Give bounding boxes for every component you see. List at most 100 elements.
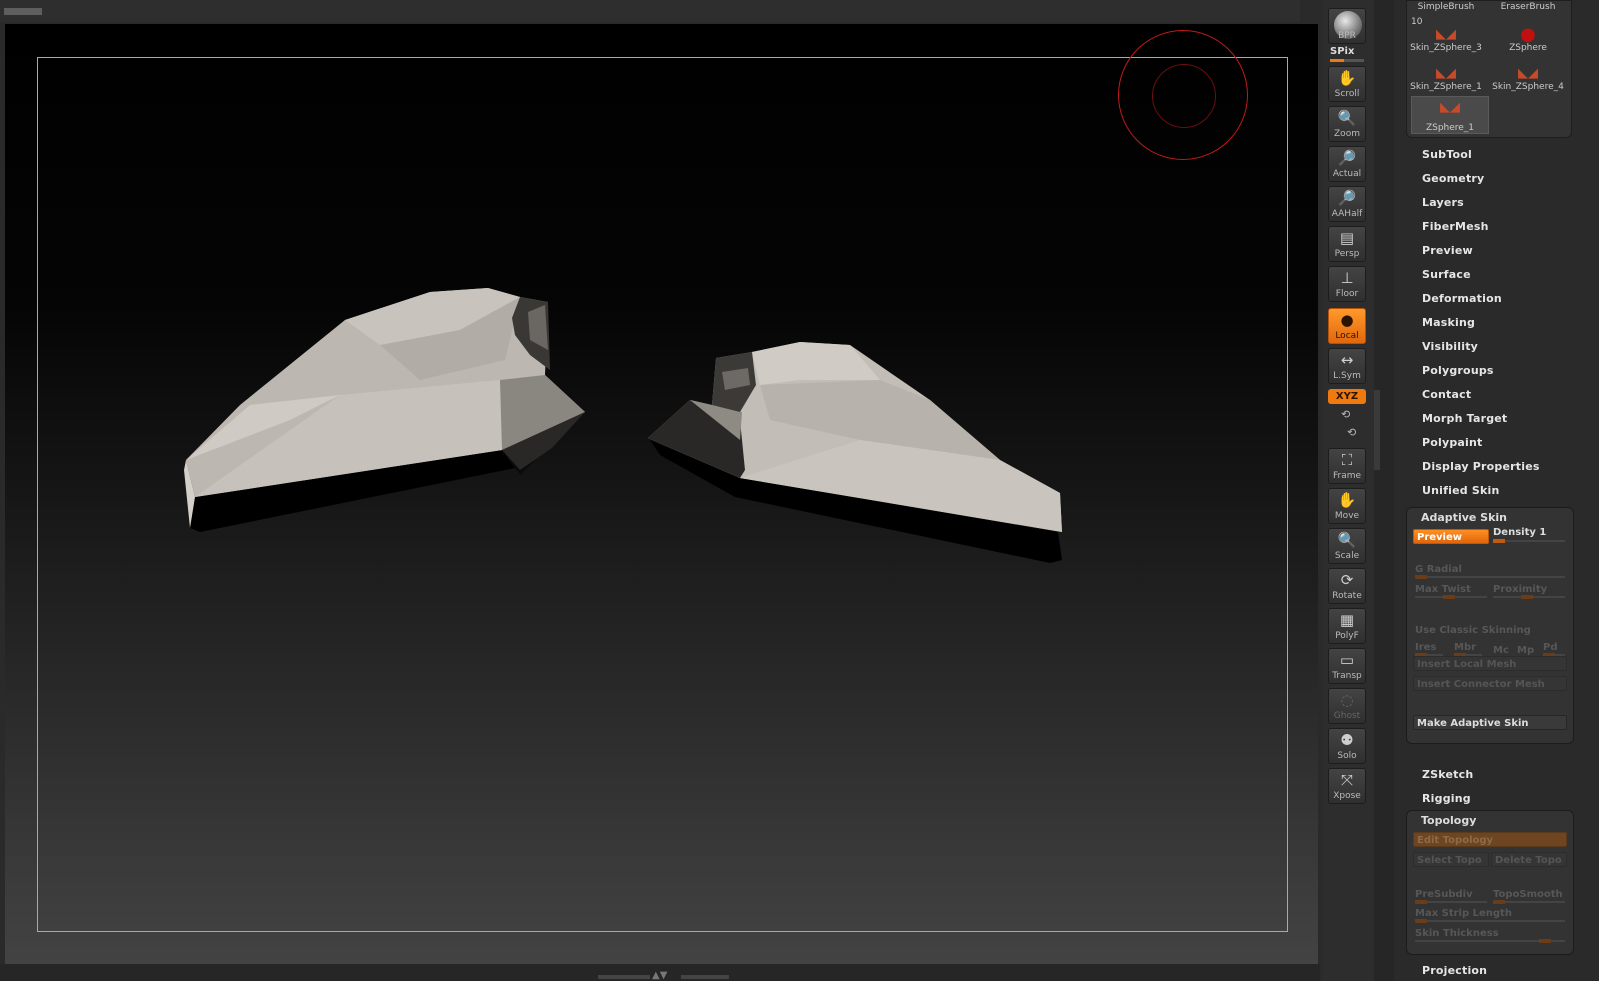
toposmooth-slider[interactable] [1493,900,1565,904]
rotate-button[interactable]: ⟳ Rotate [1328,568,1366,604]
bottom-tray-handle-left[interactable] [598,975,650,979]
bottom-tray-handle-right[interactable] [681,975,729,979]
menu-surface[interactable]: Surface [1422,268,1471,281]
density-slider[interactable] [1493,539,1565,543]
skin-thickness-knob[interactable] [1539,939,1551,943]
select-topo-button[interactable]: Select Topo [1413,852,1489,867]
insert-local-mesh-button[interactable]: Insert Local Mesh [1413,656,1567,671]
presubdiv-knob[interactable] [1415,900,1427,904]
max-twist-knob[interactable] [1443,595,1455,599]
aahalf-button[interactable]: 🔎 AAHalf [1328,186,1366,222]
g-radial-slider[interactable] [1415,575,1565,579]
floor-button[interactable]: ⊥ Floor [1328,266,1366,302]
rotate-z-icon[interactable]: ⟲ [1347,426,1356,439]
brush-name: Skin_ZSphere_1 [1410,82,1482,92]
zoom-button[interactable]: 🔍 Zoom [1328,106,1366,142]
scale-label: Scale [1334,551,1360,561]
max-twist-label: Max Twist [1415,584,1471,595]
menu-morph-target[interactable]: Morph Target [1422,412,1507,425]
g-radial-knob[interactable] [1415,575,1427,579]
mp-toggle[interactable]: Mp [1517,645,1534,656]
brush-skin-zsphere-3[interactable]: ◣◢ Skin_ZSphere_3 [1407,15,1485,53]
scroll-button[interactable]: ✋ Scroll [1328,66,1366,102]
ghost-button[interactable]: ◌ Ghost [1328,688,1366,724]
spix-slider[interactable] [1330,59,1364,62]
density-slider-knob[interactable] [1493,539,1505,543]
xyz-symmetry-button[interactable]: XYZ [1328,389,1366,404]
tool-palette: 10 SimpleBrush EraserBrush ◣◢ Skin_ZSphe… [1394,0,1599,981]
transp-label: Transp [1332,671,1362,681]
actual-button[interactable]: 🔎 Actual [1328,146,1366,182]
menu-zsketch[interactable]: ZSketch [1422,768,1473,781]
aahalf-label: AAHalf [1331,209,1363,219]
ghost-icon: ◌ [1340,691,1354,709]
lsym-label: L.Sym [1333,371,1361,381]
brush-zsphere[interactable]: ● ZSphere [1489,15,1567,53]
solo-button[interactable]: ⚉ Solo [1328,728,1366,764]
scroll-label: Scroll [1334,89,1360,99]
menu-masking[interactable]: Masking [1422,316,1475,329]
persp-button[interactable]: ▤ Persp [1328,226,1366,262]
rotate-y-icon[interactable]: ⟲ [1341,408,1350,421]
delete-topo-button[interactable]: Delete Topo [1491,852,1567,867]
density-slider-label[interactable]: Density 1 [1493,527,1546,538]
solo-label: Solo [1337,751,1357,761]
skin-thickness-slider[interactable] [1415,939,1565,943]
menu-display-properties[interactable]: Display Properties [1422,460,1540,473]
local-button[interactable]: ● Local [1328,308,1366,344]
menu-geometry[interactable]: Geometry [1422,172,1484,185]
presubdiv-slider[interactable] [1415,900,1487,904]
menu-rigging[interactable]: Rigging [1422,792,1471,805]
brush-name: ZSphere_1 [1425,123,1475,133]
right-mesh [648,342,1062,563]
menu-preview[interactable]: Preview [1422,244,1473,257]
menu-subtool[interactable]: SubTool [1422,148,1472,161]
menu-contact[interactable]: Contact [1422,388,1471,401]
spix-label: SPix [1330,46,1355,57]
transparency-icon: ▭ [1339,651,1355,669]
divider-handle[interactable] [1374,390,1380,470]
polyf-button[interactable]: ▦ PolyF [1328,608,1366,644]
brush-skin-zsphere-4[interactable]: ◣◢ Skin_ZSphere_4 [1489,54,1567,92]
move-label: Move [1334,511,1360,521]
xpose-label: Xpose [1333,791,1361,801]
menu-polygroups[interactable]: Polygroups [1422,364,1494,377]
adaptive-skin-panel: Adaptive Skin Preview Density 1 G Radial… [1406,507,1574,744]
bpr-button[interactable]: BPR [1328,8,1366,44]
ghost-label: Ghost [1333,711,1361,721]
max-strip-length-slider[interactable] [1415,919,1565,923]
frame-button[interactable]: ⛶ Frame [1328,448,1366,484]
menu-layers[interactable]: Layers [1422,196,1464,209]
menu-deformation[interactable]: Deformation [1422,292,1502,305]
topology-title[interactable]: Topology [1421,814,1476,827]
lsym-button[interactable]: ↔ L.Sym [1328,348,1366,384]
move-button[interactable]: ✋ Move [1328,488,1366,524]
scale-button[interactable]: 🔍 Scale [1328,528,1366,564]
menu-fibermesh[interactable]: FiberMesh [1422,220,1489,233]
max-strip-length-knob[interactable] [1415,919,1427,923]
preview-button[interactable]: Preview [1413,529,1489,544]
proximity-knob[interactable] [1521,595,1533,599]
tray-toggle-arrows-icon[interactable]: ▲▼ [652,970,667,981]
proximity-slider[interactable] [1493,595,1565,599]
transp-button[interactable]: ▭ Transp [1328,648,1366,684]
use-classic-skinning-label[interactable]: Use Classic Skinning [1415,625,1531,636]
menu-unified-skin[interactable]: Unified Skin [1422,484,1500,497]
insert-connector-mesh-button[interactable]: Insert Connector Mesh [1413,676,1567,691]
toposmooth-knob[interactable] [1493,900,1505,904]
max-twist-slider[interactable] [1415,595,1487,599]
brush-zsphere-1[interactable]: ◣◢ ZSphere_1 [1411,96,1489,134]
make-adaptive-skin-button[interactable]: Make Adaptive Skin [1413,715,1567,730]
xpose-button[interactable]: ⤧ Xpose [1328,768,1366,804]
adaptive-skin-title[interactable]: Adaptive Skin [1421,511,1507,524]
brush-skin-zsphere-1[interactable]: ◣◢ Skin_ZSphere_1 [1407,54,1485,92]
mc-toggle[interactable]: Mc [1493,645,1509,656]
frame-icon: ⛶ [1341,451,1353,469]
brush-name: Skin_ZSphere_3 [1410,43,1482,53]
menu-projection[interactable]: Projection [1422,964,1487,977]
move-hand-icon: ✋ [1337,491,1357,509]
edit-topology-button[interactable]: Edit Topology [1413,832,1567,847]
panel-divider [1374,0,1394,981]
menu-polypaint[interactable]: Polypaint [1422,436,1483,449]
menu-visibility[interactable]: Visibility [1422,340,1478,353]
